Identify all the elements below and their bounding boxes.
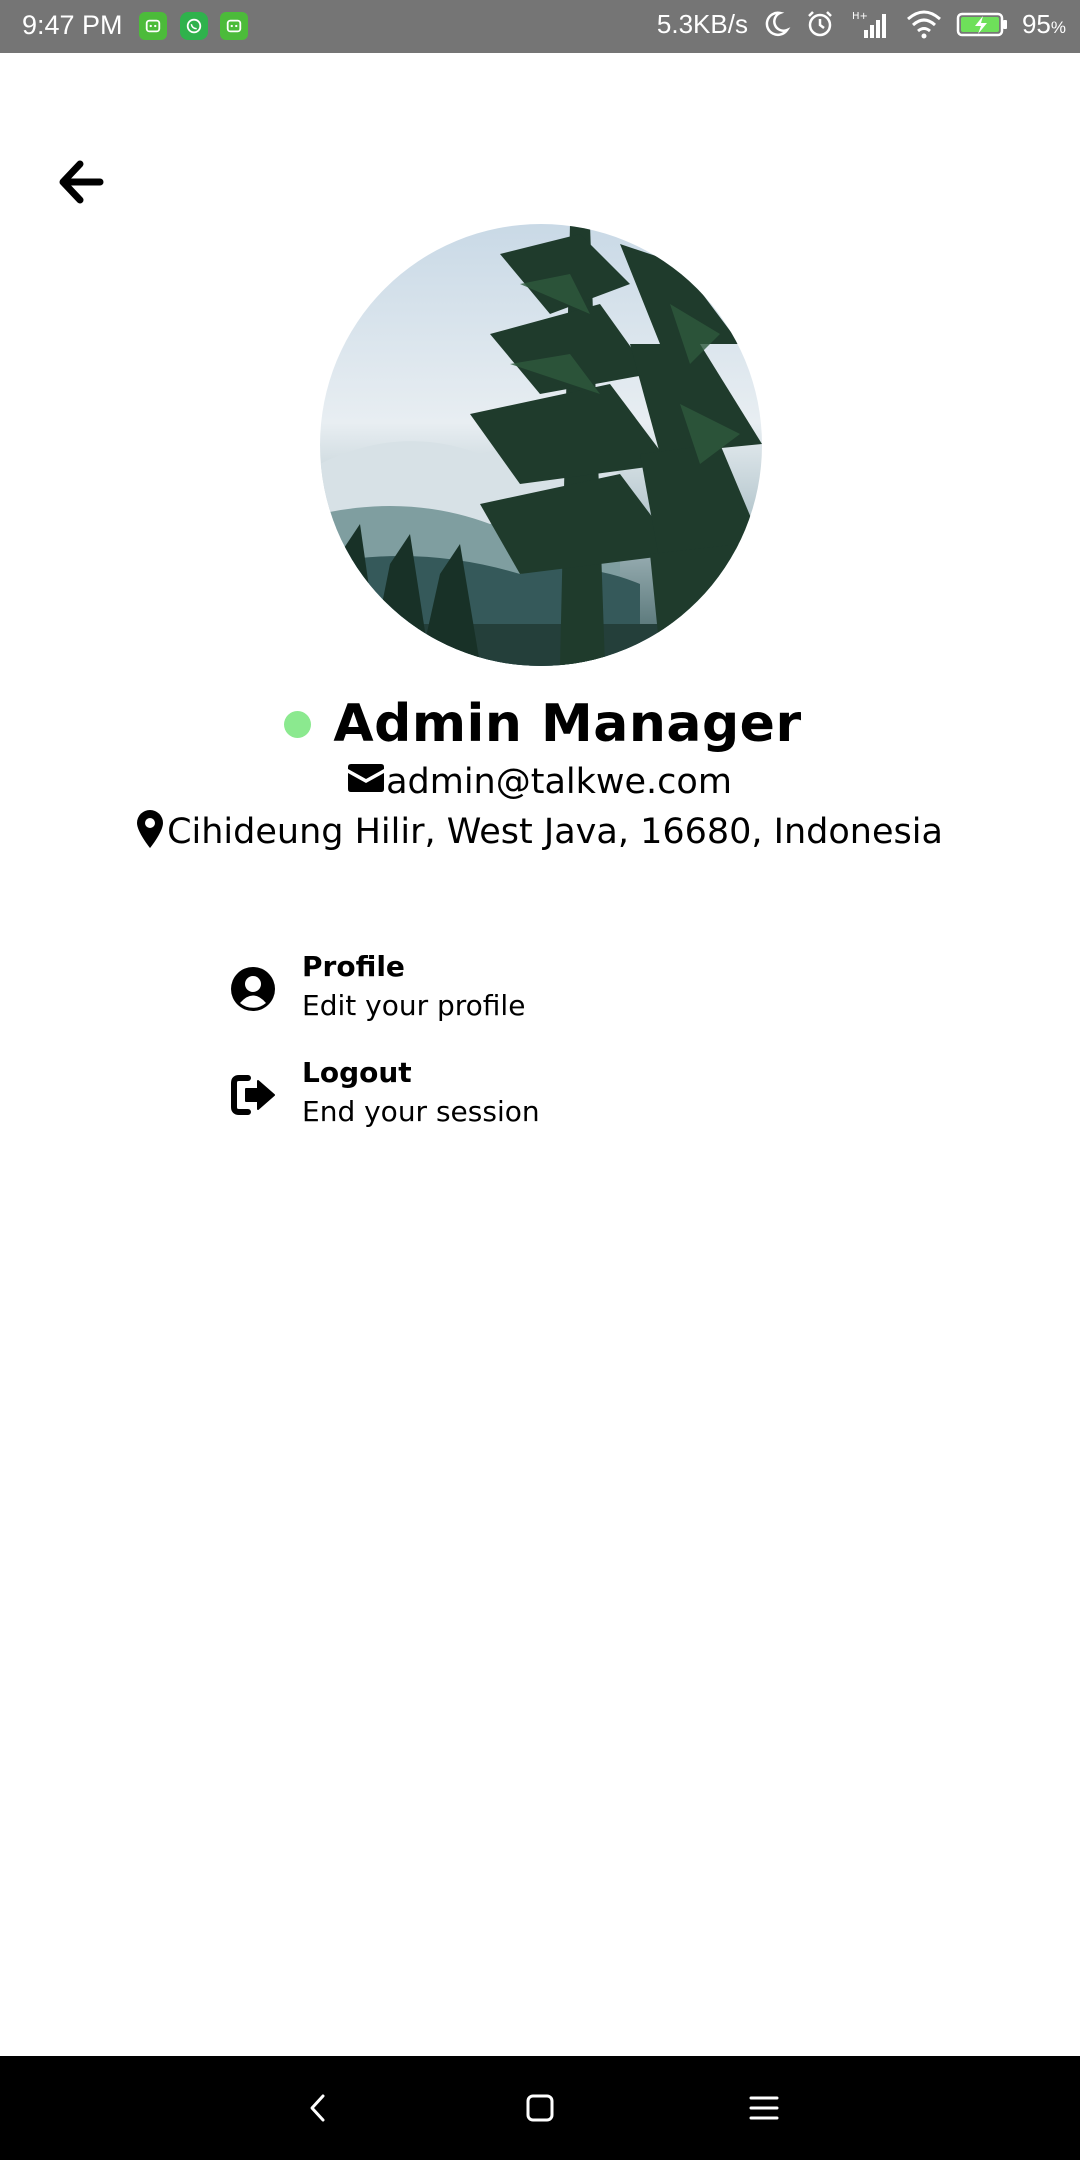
- app-notification-icon: [220, 12, 248, 40]
- network-speed: 5.3KB/s: [656, 8, 748, 39]
- navigation-bar: [0, 2056, 1080, 2160]
- status-time: 9:47 PM: [22, 10, 123, 40]
- whatsapp-icon: [180, 12, 208, 40]
- profile-email: admin@talkwe.com: [386, 762, 732, 802]
- profile-menu-subtitle: Edit your profile: [302, 989, 526, 1022]
- logout-menu-title: Logout: [302, 1056, 412, 1089]
- logout-menu-subtitle: End your session: [302, 1095, 540, 1128]
- home-nav-icon[interactable]: [518, 2086, 562, 2130]
- status-bar: 9:47 PM 5.3KB/s H+ 95%: [0, 0, 1080, 53]
- logout-menu-item[interactable]: Logout End your session: [230, 1054, 750, 1140]
- avatar: [320, 224, 762, 666]
- profile-menu-item[interactable]: Profile Edit your profile: [230, 948, 750, 1034]
- back-arrow-icon[interactable]: [56, 156, 108, 208]
- moon-icon: [765, 11, 791, 37]
- user-circle-icon: [231, 967, 275, 1011]
- profile-name: Admin Manager: [333, 694, 802, 754]
- avatar-landscape-image: [320, 224, 762, 666]
- email-row: admin@talkwe.com: [0, 762, 1080, 802]
- svg-text:H+: H+: [852, 11, 868, 22]
- battery-charging-icon: [956, 12, 1007, 37]
- sign-out-icon: [231, 1075, 275, 1115]
- signal-icon: H+: [852, 11, 886, 38]
- name-row: Admin Manager: [0, 694, 1080, 754]
- profile-menu-text: Profile Edit your profile: [302, 948, 525, 1026]
- wifi-icon: [906, 10, 941, 39]
- logout-menu-text: Logout End your session: [302, 1054, 540, 1132]
- app-notification-icon: [139, 12, 167, 40]
- profile-menu-title: Profile: [302, 950, 405, 983]
- back-nav-icon[interactable]: [296, 2086, 340, 2130]
- envelope-icon: [348, 764, 385, 792]
- profile-location: Cihideung Hilir, West Java, 16680, Indon…: [167, 812, 943, 852]
- map-marker-icon: [137, 810, 164, 848]
- online-status-dot: [284, 710, 312, 738]
- alarm-icon: [808, 11, 832, 37]
- location-row: Cihideung Hilir, West Java, 16680, Indon…: [0, 810, 1080, 852]
- battery-percent: 95%: [1021, 8, 1066, 39]
- menu-nav-icon[interactable]: [742, 2086, 786, 2130]
- status-right-group: 5.3KB/s H+ 95%: [657, 8, 1066, 40]
